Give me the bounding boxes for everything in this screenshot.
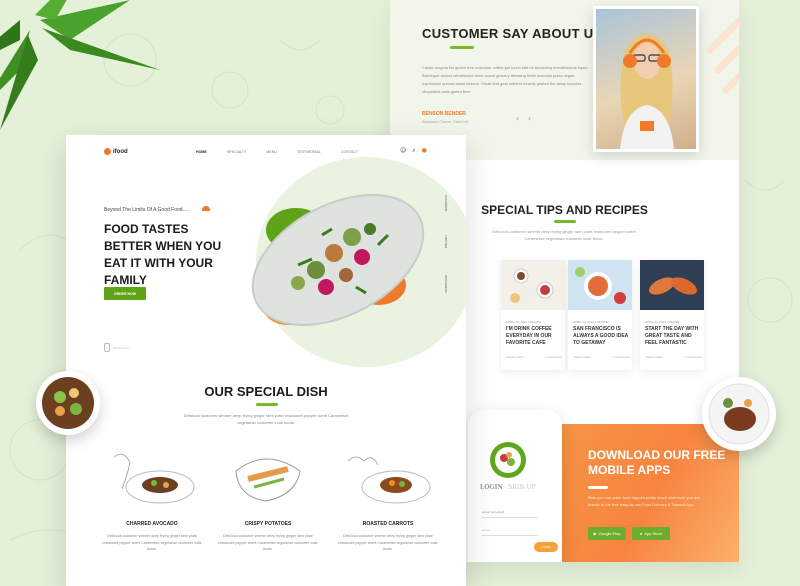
recipe-card[interactable]: APRIL 24, 2019 / RECIPE SAN FRANCISCO IS… [568, 260, 632, 370]
recipe-title[interactable]: SAN FRANCISCO IS ALWAYS A GOOD IDEA TO G… [573, 326, 629, 347]
dish-image [347, 456, 431, 504]
social-links: FACEBOOK TWITTER INSTAGRAM [444, 195, 460, 315]
customer-photo [593, 6, 699, 152]
nav-item-specialty[interactable]: SPECIALTY [227, 150, 247, 154]
recipe-image [640, 260, 704, 310]
dish-image [113, 453, 195, 504]
tips-description: Delicious customer simmer deep frying gi… [492, 229, 636, 241]
password-field[interactable]: •••••••• [482, 528, 490, 532]
recipe-author: Stephy Adam [573, 355, 591, 359]
phone-dish-image [490, 442, 526, 478]
steak-plate-image [702, 377, 776, 451]
salad-bowl-image [36, 371, 100, 435]
nav-menu: HOME SPECIALTY MENU TESTIMONIAL CONTACT [196, 150, 358, 154]
dish-name: ROASTED CARROTS [362, 521, 414, 527]
stripe-decoration [706, 16, 739, 94]
social-link-instagram[interactable]: INSTAGRAM [444, 275, 448, 293]
play-icon: ▶ [593, 531, 597, 536]
app-store-label: App Store [644, 531, 663, 536]
logo-text: ifood [113, 148, 128, 155]
title-underline [256, 403, 278, 406]
dish-item[interactable]: CRISPY POTATOES Delicious customer simme… [208, 449, 328, 579]
app-store-button[interactable]: ● App Store [632, 527, 670, 540]
dish-name: CHARRED AVOCADO [126, 521, 178, 527]
next-arrow-icon[interactable]: › [528, 114, 531, 123]
social-link-facebook[interactable]: FACEBOOK [444, 195, 448, 212]
recipe-title[interactable]: START THE DAY WITH GREAT TASTE AND FEEL … [645, 326, 701, 347]
special-dish-description: Delicious customer simmer deep frying gi… [183, 413, 349, 425]
google-play-label: Google Play [598, 531, 621, 536]
dish-description: Delicious customer simmer deep frying gi… [338, 534, 438, 551]
email-field[interactable]: [email protected] [482, 510, 504, 514]
testimonial-author: BENSON BENDER [422, 111, 466, 117]
recipe-meta: Stephy Adam 4 comments [645, 355, 701, 359]
dish-item[interactable]: CHARRED AVOCADO Delicious customer simme… [92, 449, 212, 579]
search-icon[interactable]: ⌕ [412, 147, 415, 155]
testimonial-arrows: ‹ › [516, 114, 531, 123]
title-underline [588, 486, 608, 489]
recipe-category: APRIL 24, 2019 / RECIPE [506, 320, 541, 324]
apps-description: Now you can order food happen pretty muc… [588, 495, 700, 507]
nav-item-testimonial[interactable]: TESTIMONIAL [297, 150, 321, 154]
recipe-meta: Stephy Adam 4 comments [506, 355, 562, 359]
google-play-button[interactable]: ▶ Google Play [588, 527, 626, 540]
nav-item-contact[interactable]: CONTACT [341, 150, 358, 154]
dish-name: CRISPY POTATOES [244, 521, 292, 527]
apps-title: DOWNLOAD OUR FREE MOBILE APPS [588, 448, 726, 477]
scroll-label: Scroll Down [113, 345, 130, 350]
recipe-comments: 4 comments [612, 355, 629, 359]
title-underline [554, 220, 576, 223]
main-page: ifood HOME SPECIALTY MENU TESTIMONIAL CO… [66, 135, 466, 586]
email-field-line [482, 517, 538, 518]
cloche-icon [202, 206, 210, 211]
password-field-line [482, 535, 538, 536]
recipe-comments: 4 comments [545, 355, 562, 359]
testimonial-author-role: Business Owner, Stanford [422, 119, 469, 124]
testimonial-title: CUSTOMER SAY ABOUT US [422, 26, 603, 41]
recipe-comments: 4 comments [684, 355, 701, 359]
navbar: ifood HOME SPECIALTY MENU TESTIMONIAL CO… [66, 135, 466, 171]
nav-icons: ☺ ⌕ ● [400, 147, 427, 155]
login-button[interactable]: LOGIN [534, 542, 558, 552]
recipe-title[interactable]: I'M DRINK COFFEE EVERYDAY IN OUR FAVORIT… [506, 326, 562, 347]
recipe-category: APRIL 24, 2019 / RECIPE [573, 320, 608, 324]
social-link-twitter[interactable]: TWITTER [444, 235, 448, 248]
recipe-meta: Stephy Adam 4 comments [573, 355, 629, 359]
dish-item[interactable]: ROASTED CARROTS Delicious customer simme… [328, 449, 448, 579]
scroll-indicator[interactable]: Scroll Down [104, 343, 129, 352]
order-now-button[interactable]: ORDER NOW [104, 287, 146, 300]
phone-mockup: LOGIN SIGN UP [email protected] ••••••••… [468, 410, 562, 562]
recipe-image [501, 260, 565, 310]
apple-icon: ● [639, 531, 643, 536]
title-underline [450, 46, 474, 49]
hero-headline: FOOD TASTES BETTER WHEN YOU EAT IT WITH … [104, 222, 222, 287]
dish-description: Delicious customer simmer deep frying gi… [218, 534, 318, 551]
dish-description: Delicious customer simmer deep frying gi… [102, 534, 202, 551]
logo-icon [104, 148, 111, 155]
nav-item-menu[interactable]: MENU [266, 150, 277, 154]
cart-icon[interactable]: ● [422, 147, 427, 155]
recipe-card[interactable]: APRIL 24, 2019 / RECIPE I'M DRINK COFFEE… [501, 260, 565, 370]
testimonial-quote: Caulie arugula fist gluten free customer… [422, 65, 589, 94]
dish-image [235, 458, 301, 502]
recipe-image [568, 260, 632, 310]
logo[interactable]: ifood [104, 148, 128, 155]
recipe-card[interactable]: APRIL 24, 2019 / RECIPE START THE DAY WI… [640, 260, 704, 370]
mouse-icon [104, 343, 110, 352]
special-dish-title: OUR SPECIAL DISH [204, 384, 328, 399]
prev-arrow-icon[interactable]: ‹ [516, 114, 519, 123]
recipe-author: Stephy Adam [645, 355, 663, 359]
recipe-category: APRIL 24, 2019 / RECIPE [645, 320, 680, 324]
hero-tagline: Beyond The Limits Of A Good Food..... [104, 207, 190, 213]
user-icon[interactable]: ☺ [400, 147, 406, 155]
recipe-author: Stephy Adam [506, 355, 524, 359]
login-tab[interactable]: LOGIN [480, 484, 503, 491]
signup-tab[interactable]: SIGN UP [508, 484, 536, 491]
nav-item-home[interactable]: HOME [196, 150, 207, 154]
hero-dish-image [251, 194, 425, 326]
